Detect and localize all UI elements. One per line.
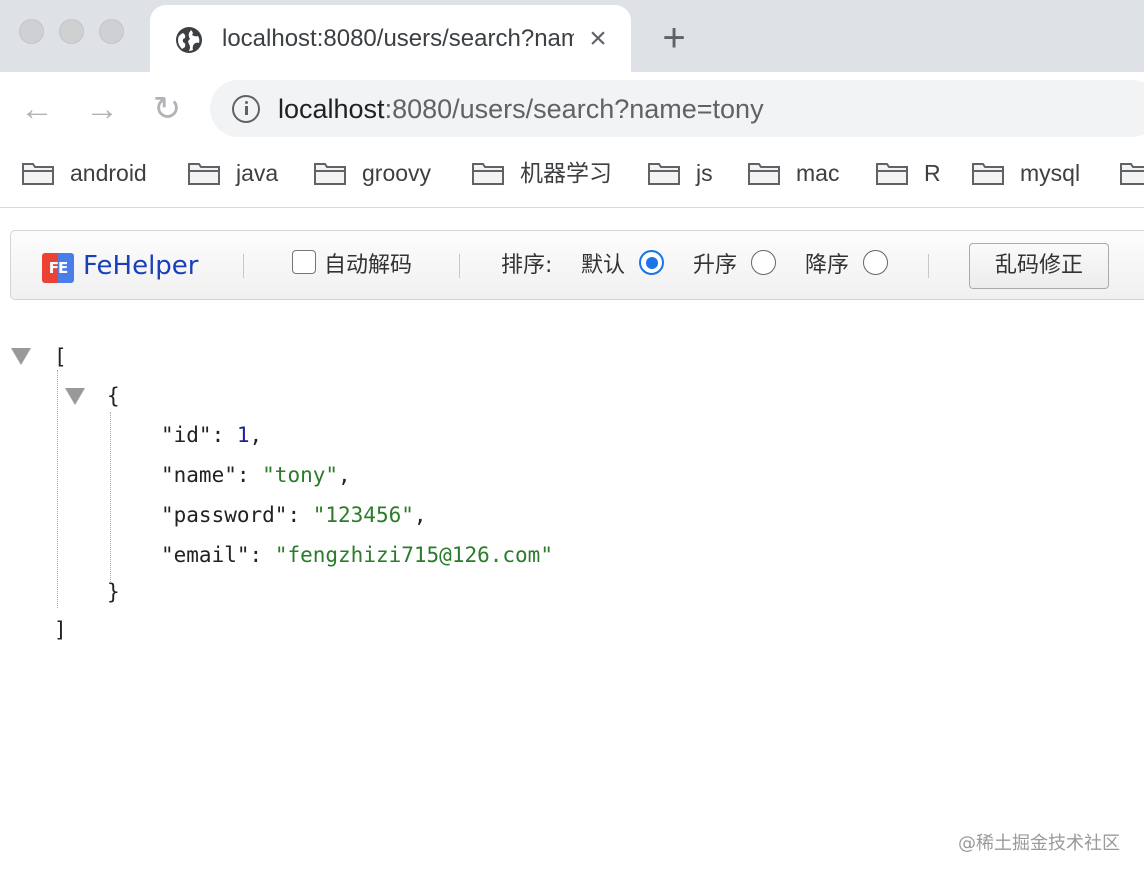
folder-icon	[876, 163, 908, 185]
forward-arrow-icon[interactable]: →	[83, 90, 121, 128]
json-key: "name"	[161, 463, 237, 487]
object-guide-line	[110, 412, 111, 582]
folder-icon	[972, 163, 1004, 185]
json-value: "tony"	[262, 463, 339, 487]
folder-icon	[188, 163, 220, 185]
json-comma: ,	[338, 463, 351, 487]
active-tab[interactable]: localhost:8080/users/search?name=tony ×	[150, 5, 631, 72]
json-comma: ,	[413, 503, 427, 527]
url-host: localhost	[278, 94, 385, 124]
json-key: "email"	[161, 543, 250, 567]
url-path: :8080/users/search?name=tony	[384, 94, 764, 124]
sort-asc-radio[interactable]	[751, 250, 776, 275]
tab-title: localhost:8080/users/search?name=tony	[222, 25, 574, 52]
info-icon[interactable]	[232, 95, 260, 123]
folder-icon	[1120, 163, 1144, 185]
sort-default-label[interactable]: 默认	[581, 250, 625, 282]
object-open-brace: {	[107, 384, 120, 408]
bookmark-label: android	[70, 160, 147, 186]
bookmark-label: mysql	[1020, 160, 1081, 186]
fehelper-toolbar: FE FeHelper 自动解码 排序: 默认 升序 降序 乱码修正	[10, 230, 1144, 300]
folder-icon	[648, 163, 680, 185]
window-minimize-button[interactable]	[59, 19, 84, 44]
folder-icon	[314, 163, 346, 185]
reload-icon[interactable]: ↻	[148, 90, 186, 128]
sort-default-radio[interactable]	[639, 250, 664, 275]
json-field-name: "name": "tony",	[161, 463, 351, 487]
sort-asc-label[interactable]: 升序	[693, 250, 737, 282]
json-value: "fengzhizi715@126.com"	[274, 543, 553, 567]
array-guide-line	[57, 370, 58, 608]
back-arrow-icon[interactable]: ←	[18, 90, 56, 128]
new-tab-button[interactable]: +	[654, 18, 694, 58]
globe-icon	[176, 27, 202, 53]
bookmark-label: java	[236, 160, 279, 186]
json-value: 1	[236, 423, 250, 447]
address-bar[interactable]: localhost:8080/users/search?name=tony	[210, 80, 1144, 137]
tab-close-icon[interactable]: ×	[582, 23, 614, 55]
fehelper-logo-icon: FE	[42, 253, 74, 283]
fix-encoding-button[interactable]: 乱码修正	[969, 243, 1109, 289]
json-key: "password"	[161, 503, 288, 527]
array-open-bracket: [	[54, 345, 67, 369]
object-close-brace: }	[107, 580, 120, 604]
bookmark-label: 机器学习	[520, 160, 612, 186]
bookmark-label: R	[924, 160, 941, 186]
bookmark-label: js	[696, 160, 713, 186]
bookmark-label: mac	[796, 160, 840, 186]
watermark: @稀土掘金技术社区	[958, 833, 1120, 854]
collapse-object-icon[interactable]	[65, 388, 85, 405]
window-zoom-button[interactable]	[99, 19, 124, 44]
folder-icon	[22, 163, 54, 185]
json-viewer: [ { "id": 1, "name": "tony", "password":…	[0, 330, 1144, 660]
json-field-id: "id": 1,	[161, 423, 263, 447]
toolbar-divider	[243, 254, 244, 278]
sort-desc-label[interactable]: 降序	[805, 250, 849, 282]
json-value: "123456"	[312, 503, 414, 527]
toolbar-divider	[928, 254, 929, 278]
json-field-password: "password": "123456",	[161, 503, 427, 527]
bookmarks-bar: android java groovy 机器学习 js mac R mysql	[0, 146, 1144, 208]
bookmark-label: groovy	[362, 160, 432, 186]
folder-icon	[472, 163, 504, 185]
array-close-bracket: ]	[54, 618, 67, 642]
folder-icon	[748, 163, 780, 185]
auto-decode-checkbox[interactable]	[292, 250, 316, 274]
fehelper-title[interactable]: FeHelper	[83, 248, 199, 284]
url-text[interactable]: localhost:8080/users/search?name=tony	[278, 92, 764, 126]
tab-strip: localhost:8080/users/search?name=tony × …	[0, 0, 1144, 72]
collapse-array-icon[interactable]	[11, 348, 31, 365]
browser-toolbar: ← → ↻ localhost:8080/users/search?name=t…	[0, 72, 1144, 146]
toolbar-divider	[459, 254, 460, 278]
json-field-email: "email": "fengzhizi715@126.com"	[161, 543, 553, 567]
json-comma: ,	[249, 423, 263, 447]
json-key: "id"	[161, 423, 212, 447]
sort-label: 排序:	[501, 253, 553, 278]
window-close-button[interactable]	[19, 19, 44, 44]
sort-desc-radio[interactable]	[863, 250, 888, 275]
auto-decode-label[interactable]: 自动解码	[324, 250, 412, 282]
